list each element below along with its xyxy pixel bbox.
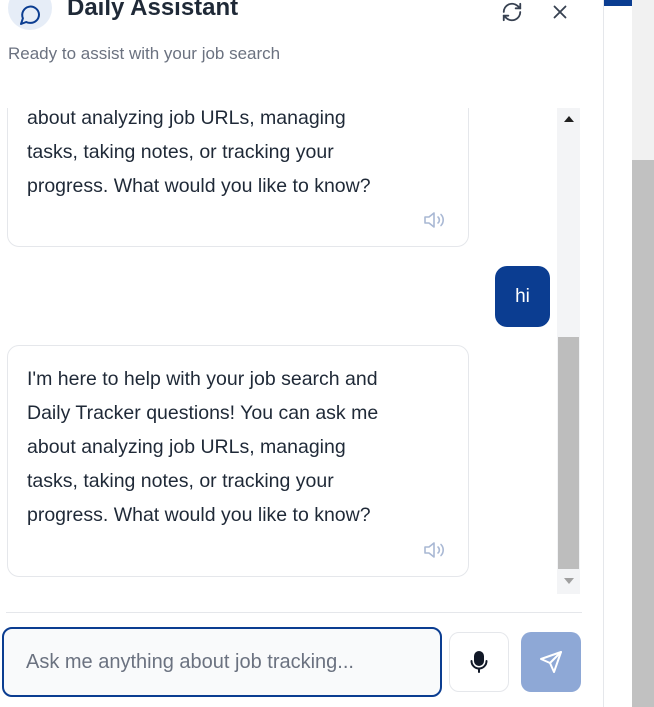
- page-scroll-thumb[interactable]: [632, 160, 654, 707]
- message-text: about analyzing job URLs, managing tasks…: [27, 108, 371, 197]
- chat-bubble-icon: [20, 5, 41, 25]
- close-button[interactable]: [548, 0, 572, 24]
- chat-scrollbar[interactable]: [557, 108, 580, 594]
- message-text: hi: [515, 285, 530, 307]
- panel-title: Daily Assistant: [67, 0, 239, 21]
- chat-messages[interactable]: about analyzing job URLs, managing tasks…: [0, 108, 582, 594]
- refresh-button[interactable]: [500, 0, 524, 24]
- message-text: I'm here to help with your job search an…: [27, 368, 379, 526]
- close-icon: [553, 5, 567, 19]
- speaker-icon[interactable]: [423, 210, 447, 230]
- message-input[interactable]: [26, 650, 440, 674]
- scroll-down-arrow-icon[interactable]: [557, 576, 580, 590]
- chat-scroll-thumb[interactable]: [558, 337, 579, 569]
- refresh-icon: [502, 2, 522, 22]
- voice-input-button[interactable]: [449, 632, 509, 692]
- assistant-panel: Daily Assistant Ready to assist with you…: [0, 0, 604, 707]
- input-divider: [6, 612, 582, 613]
- assistant-avatar: [8, 0, 52, 30]
- send-button[interactable]: [521, 632, 581, 692]
- speaker-icon[interactable]: [423, 540, 447, 560]
- user-message: hi: [495, 266, 550, 327]
- scroll-up-arrow-icon[interactable]: [557, 114, 580, 128]
- panel-header: Daily Assistant Ready to assist with you…: [0, 0, 604, 100]
- assistant-message: I'm here to help with your job search an…: [7, 345, 469, 577]
- send-icon: [540, 651, 562, 673]
- message-input-container[interactable]: [2, 627, 442, 697]
- mic-icon: [470, 651, 488, 673]
- assistant-message: about analyzing job URLs, managing tasks…: [7, 108, 469, 247]
- page-scrollbar[interactable]: [632, 0, 654, 707]
- panel-subtitle: Ready to assist with your job search: [8, 44, 281, 63]
